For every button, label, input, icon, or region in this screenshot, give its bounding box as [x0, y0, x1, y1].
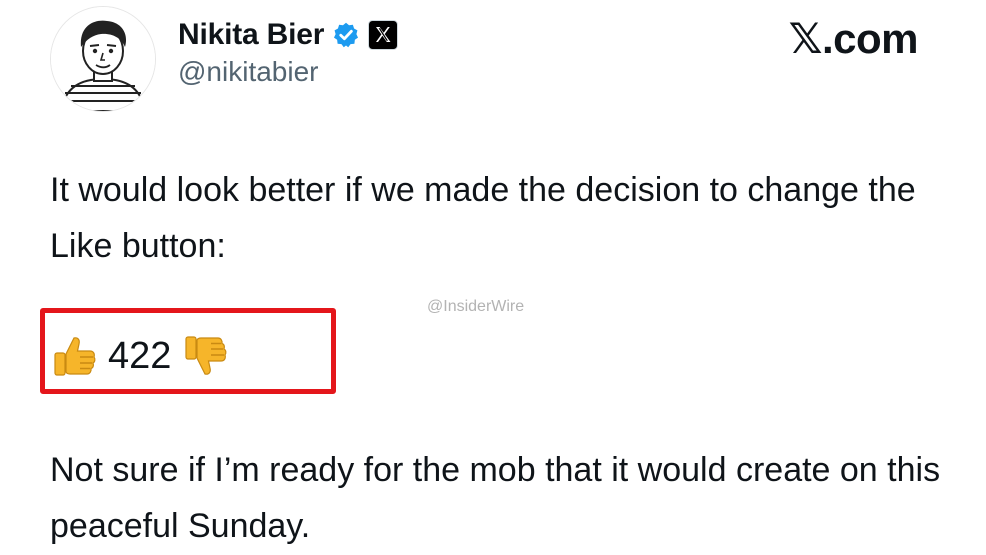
- thumbs-up-icon[interactable]: [50, 332, 98, 380]
- x-logo-badge-icon[interactable]: [368, 20, 399, 50]
- tweet-text-paragraph-2: Not sure if I’m ready for the mob that i…: [50, 451, 941, 545]
- site-label: 𝕏.com: [788, 15, 919, 62]
- watermark: @InsiderWire: [427, 298, 525, 315]
- tweet-text-paragraph-1: It would look better if we made the deci…: [50, 171, 916, 265]
- avatar[interactable]: [50, 6, 156, 112]
- verified-badge-icon[interactable]: [332, 21, 360, 49]
- sketched-portrait-avatar: [51, 7, 155, 111]
- author-display-name[interactable]: Nikita Bier: [178, 18, 324, 52]
- author-handle[interactable]: @nikitabier: [178, 56, 318, 88]
- reaction-row: 422: [50, 328, 229, 384]
- reaction-count: 422: [108, 334, 172, 377]
- author-name-row: Nikita Bier: [178, 14, 399, 56]
- thumbs-down-icon[interactable]: [181, 332, 229, 380]
